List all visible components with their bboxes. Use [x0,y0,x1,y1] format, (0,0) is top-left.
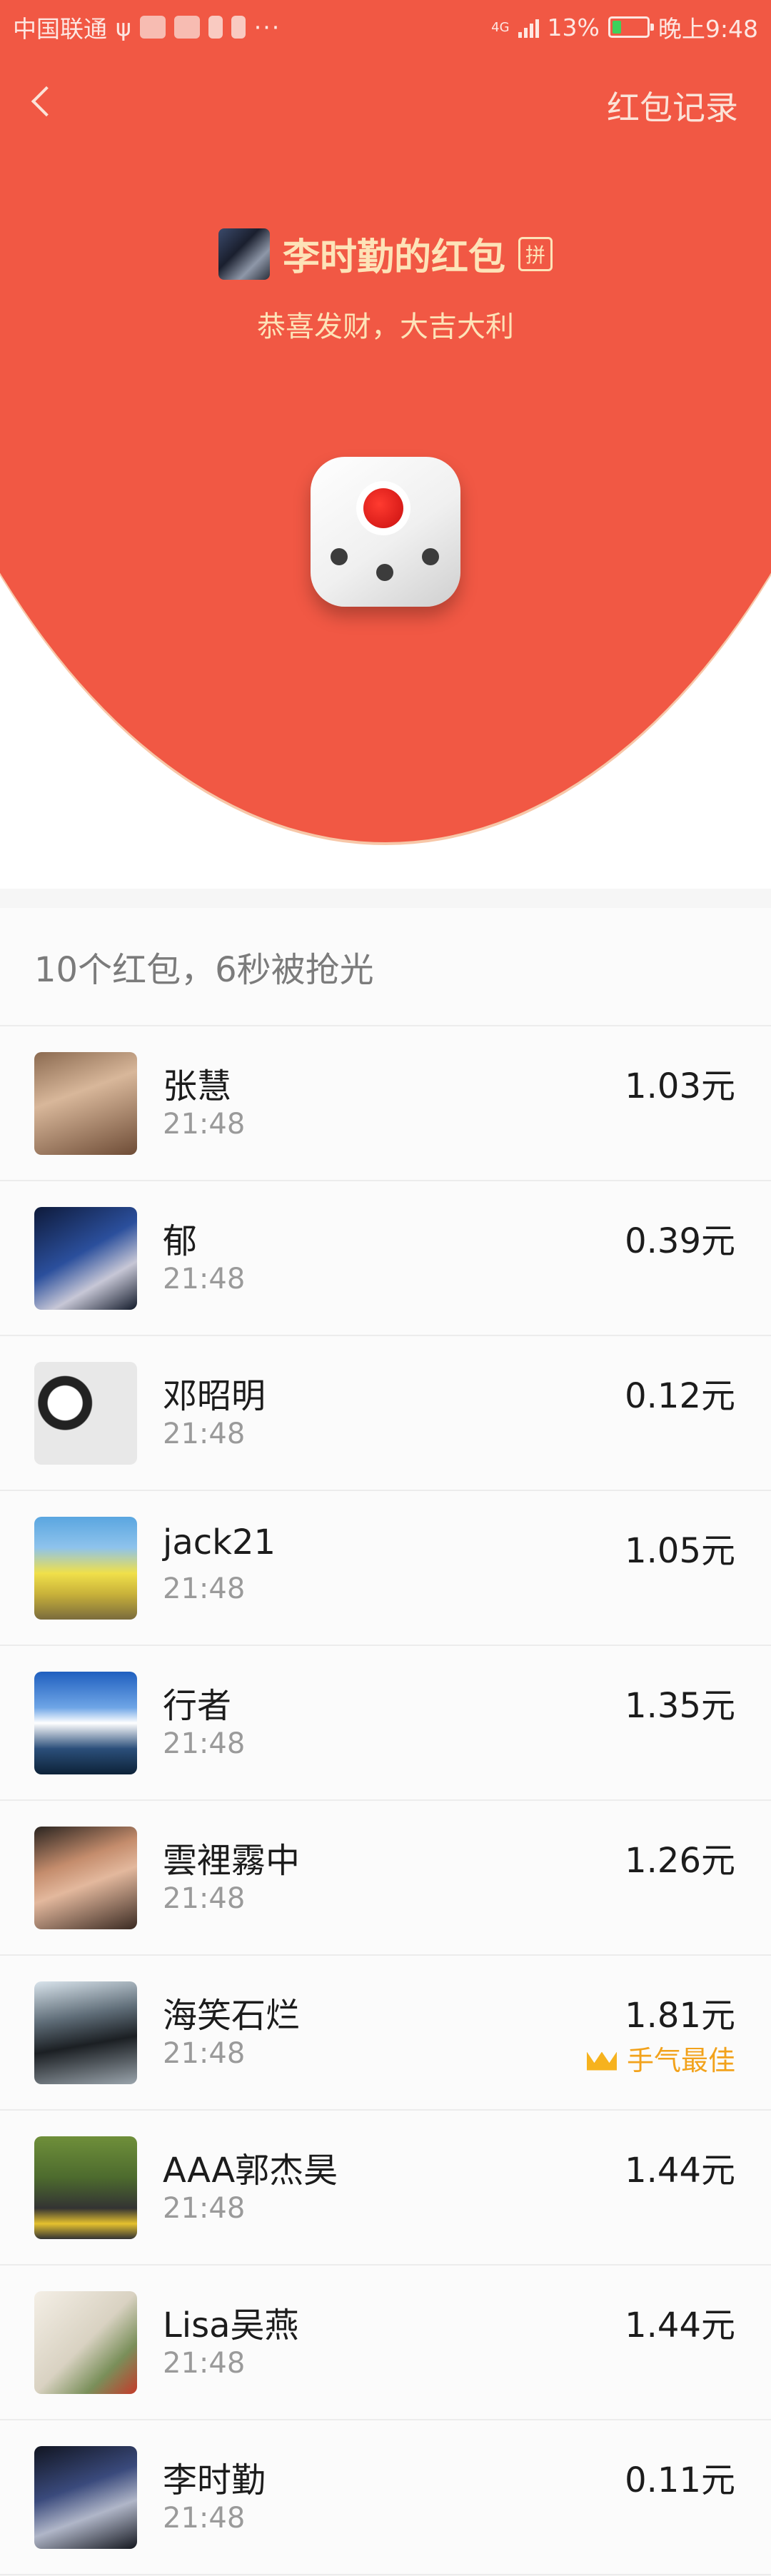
battery-warning-icon [231,16,246,39]
grab-time: 21:48 [163,1727,246,1760]
grab-time: 21:48 [163,1263,246,1295]
recipient-name: 海笑石烂 [163,1996,301,2036]
grab-time: 21:48 [163,2347,246,2380]
recipient-list: 张慧 21:48 1.03元郁 21:48 0.39元 邓昭明 21:48 0.12元 jack… [0,1026,771,2575]
grab-amount: 1.35元 [625,1686,735,1726]
grab-amount: 1.26元 [625,1841,735,1881]
recipient-name: 邓昭明 [163,1376,266,1416]
grab-time: 21:48 [163,2037,246,2070]
sender-title: 李时勤的红包 [282,236,505,279]
avatar[interactable] [34,1827,137,1929]
recipient-name: 雲裡霧中 [163,1841,301,1881]
avatar[interactable] [34,1362,137,1465]
signal-icon [518,16,539,38]
grab-time: 21:48 [163,2192,246,2225]
network-type: 4G [491,19,510,35]
recipient-row[interactable]: 李时勤 21:48 0.11元 [0,2420,771,2575]
usb-icon: ψ [116,13,131,41]
recipient-row[interactable]: jack21 21:48 1.05元 [0,1491,771,1646]
lucky-draw-badge-icon: 拼 [518,236,553,271]
red-packet-header: 中国联通 ψ ··· 4G 13% 晚上9:48 红包记录 李时勤的红包 拼 恭… [0,0,771,889]
avatar[interactable] [34,1981,137,2084]
avatar[interactable] [34,1672,137,1774]
recipient-row[interactable]: 海笑石烂 21:48 1.81元手气最佳 [0,1956,771,2111]
grab-amount: 1.44元 [625,2151,735,2191]
grab-time: 21:48 [163,1882,246,1915]
sender-avatar[interactable] [218,228,270,280]
recipient-row[interactable]: Lisa吴燕 21:48 1.44元 [0,2266,771,2420]
grab-amount: 1.03元 [625,1066,735,1106]
recipient-name: Lisa吴燕 [163,2305,299,2345]
clock: 晚上9:48 [657,15,758,43]
grab-amount: 1.44元 [625,2305,735,2345]
alert-icon [208,16,223,39]
recipient-row[interactable]: 雲裡霧中 21:48 1.26元 [0,1801,771,1956]
red-packet-records-link[interactable]: 红包记录 [607,82,738,129]
notification-icon [139,16,166,39]
best-luck-badge: 手气最佳 [587,2039,735,2078]
grab-amount: 1.05元 [625,1531,735,1571]
recipient-row[interactable]: 行者 21:48 1.35元 [0,1646,771,1801]
avatar[interactable] [34,1517,137,1620]
grab-time: 21:48 [163,2502,246,2535]
back-button[interactable] [24,80,60,123]
red-packet-summary: 10个红包，6秒被抢光 [0,908,771,1026]
status-bar: 中国联通 ψ ··· 4G 13% 晚上9:48 [0,0,771,54]
more-notifications-icon: ··· [253,13,281,41]
grab-amount: 0.12元 [625,1376,735,1416]
recipient-name: AAA郭杰昊 [163,2151,338,2191]
grab-amount: 1.81元 [625,1996,735,2036]
avatar[interactable] [34,2446,137,2549]
battery-icon [608,16,654,38]
recipient-row[interactable]: 张慧 21:48 1.03元 [0,1026,771,1181]
recipient-row[interactable]: AAA郭杰昊 21:48 1.44元 [0,2111,771,2266]
crown-icon [587,2046,617,2071]
sender-row: 李时勤的红包 拼 [0,227,771,281]
carrier-label: 中国联通 [13,15,107,43]
recipient-row[interactable]: 郁 21:48 0.39元 [0,1181,771,1336]
app-notification-icon [173,16,200,39]
recipient-name: jack21 [163,1522,276,1562]
recipient-name: 行者 [163,1686,232,1726]
grab-time: 21:48 [163,1108,246,1141]
grab-time: 21:48 [163,1572,246,1605]
battery-percent: 13% [547,13,600,41]
avatar[interactable] [34,1207,137,1310]
dice-icon [311,457,460,607]
avatar[interactable] [34,1052,137,1155]
recipient-row[interactable]: 邓昭明 21:48 0.12元 [0,1336,771,1491]
best-luck-label: 手气最佳 [626,2045,735,2076]
grab-amount: 0.39元 [625,1221,735,1261]
recipient-name: 张慧 [163,1066,232,1106]
grab-amount: 0.11元 [625,2460,735,2500]
avatar[interactable] [34,2136,137,2239]
grab-time: 21:48 [163,1418,246,1450]
recipient-name: 李时勤 [163,2460,266,2500]
blessing-text: 恭喜发财，大吉大利 [257,310,514,343]
avatar[interactable] [34,2291,137,2394]
recipient-name: 郁 [163,1221,198,1261]
